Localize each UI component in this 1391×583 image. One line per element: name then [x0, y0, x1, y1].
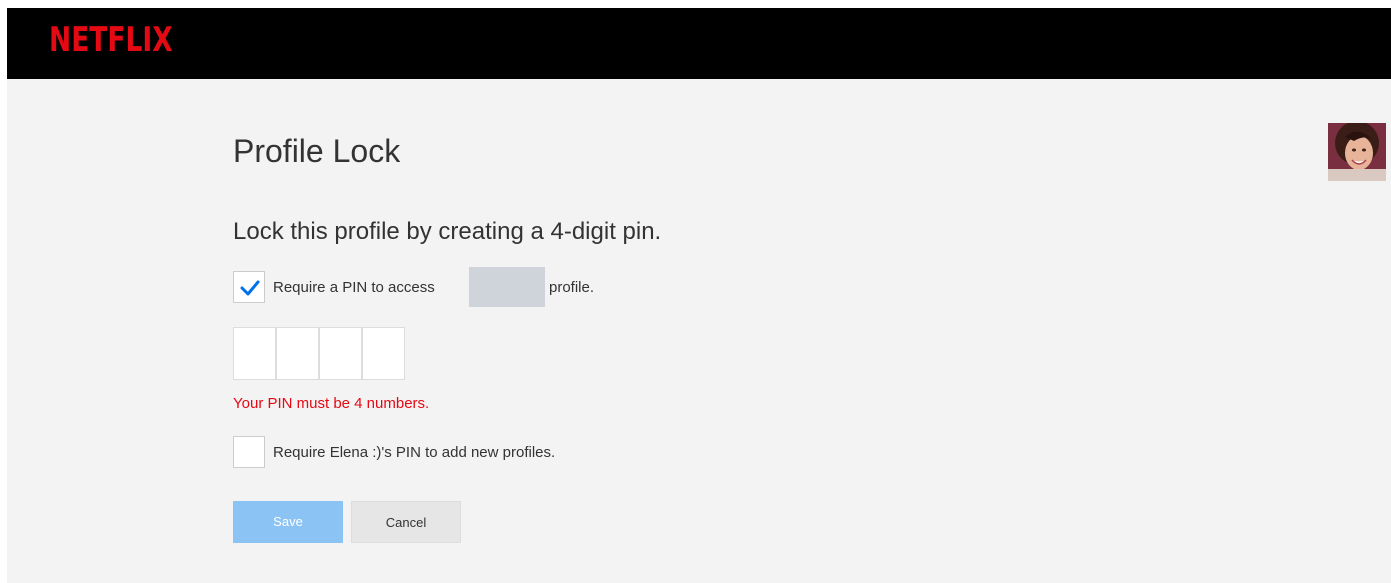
pin-digit-2[interactable]: [276, 327, 319, 380]
top-header: NETFLIX: [7, 8, 1391, 79]
redacted-profile-name: [469, 267, 545, 307]
require-pin-checkbox[interactable]: [233, 271, 265, 303]
require-pin-label-suffix: profile.: [549, 279, 595, 296]
netflix-logo[interactable]: NETFLIX: [49, 20, 173, 60]
pin-input-group: [233, 327, 405, 380]
pin-digit-3[interactable]: [319, 327, 362, 380]
avatar-image: [1328, 123, 1386, 181]
pin-digit-1[interactable]: [233, 327, 276, 380]
require-pin-new-profiles-label: Require Elena :)'s PIN to add new profil…: [273, 444, 556, 461]
page-frame: NETFLIX Profile Lock Lock this profile b…: [7, 8, 1391, 583]
cancel-button[interactable]: Cancel: [351, 501, 461, 543]
pin-error-message: Your PIN must be 4 numbers.: [233, 395, 430, 412]
require-pin-new-profiles-checkbox[interactable]: [233, 436, 265, 468]
save-button[interactable]: Save: [233, 501, 343, 543]
page-title: Profile Lock: [233, 133, 401, 169]
checkmark-icon: [240, 280, 260, 296]
pin-digit-4[interactable]: [362, 327, 405, 380]
require-pin-label: Require a PIN to access: [273, 279, 435, 296]
profile-avatar[interactable]: [1328, 123, 1386, 181]
page-subtitle: Lock this profile by creating a 4-digit …: [233, 218, 662, 245]
